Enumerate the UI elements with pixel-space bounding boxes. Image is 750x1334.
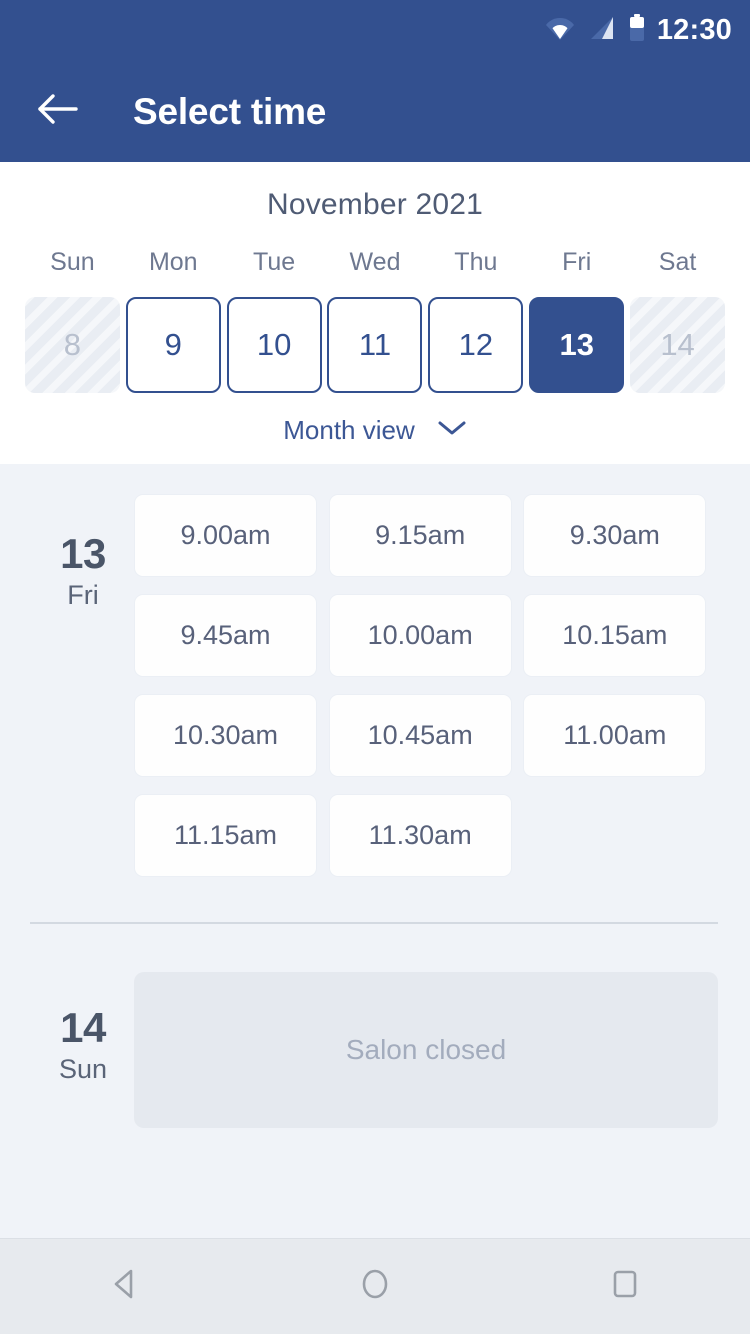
calendar-day-11[interactable]: 11 — [327, 297, 423, 393]
schedule-day-14: 14 Sun Salon closed — [0, 924, 750, 1128]
wifi-icon — [545, 15, 575, 46]
back-button[interactable] — [30, 83, 86, 139]
calendar-dow-row: Sun Mon Tue Wed Thu Fri Sat — [0, 248, 750, 297]
time-slot[interactable]: 11.30am — [328, 794, 512, 877]
dow-header-wed: Wed — [349, 248, 401, 276]
dow-header-fri: Fri — [562, 248, 592, 276]
time-slot[interactable]: 10.00am — [328, 594, 512, 677]
slot-cell: 10.30am — [134, 694, 329, 794]
time-slot[interactable]: 10.45am — [328, 694, 512, 777]
dow-header-thu: Thu — [454, 248, 498, 276]
status-bar: 12:30 — [0, 0, 750, 60]
dow-header-sun: Sun — [50, 248, 95, 276]
slot-cell: 9.45am — [134, 594, 329, 694]
android-nav-bar — [0, 1238, 750, 1334]
nav-recents-button[interactable] — [570, 1239, 680, 1334]
calendar-day-14: 14 — [630, 297, 726, 393]
app-screen: 12:30 Select time November 2021 Sun Mon … — [0, 0, 750, 1334]
slot-cell: 10.45am — [328, 694, 524, 794]
calendar-cell-wrap: 10 — [224, 297, 325, 393]
day-label-14: 14 Sun — [32, 972, 134, 1128]
time-slot[interactable]: 9.00am — [134, 494, 317, 577]
slot-cell: 10.00am — [328, 594, 524, 694]
slot-cell: 9.30am — [523, 494, 718, 594]
time-slot[interactable]: 10.15am — [523, 594, 707, 677]
signal-icon — [589, 15, 615, 46]
back-nav-icon — [106, 1265, 144, 1308]
day-number: 13 — [60, 530, 106, 577]
slot-cell: 9.15am — [328, 494, 524, 594]
back-arrow-icon — [36, 91, 80, 132]
time-slot[interactable]: 9.45am — [134, 594, 317, 677]
slot-cell: 11.15am — [134, 794, 329, 894]
calendar-day-9[interactable]: 9 — [125, 297, 221, 393]
calendar-cell-wrap: 14 — [627, 297, 728, 393]
app-bar: Select time — [0, 60, 750, 162]
time-slot[interactable]: 11.00am — [523, 694, 707, 777]
day-name: Sun — [58, 1054, 108, 1085]
day-name: Fri — [67, 580, 99, 611]
dow-header-mon: Mon — [148, 248, 198, 276]
salon-closed-panel: Salon closed — [134, 972, 718, 1128]
time-slot[interactable]: 9.30am — [523, 494, 707, 577]
calendar-day-12[interactable]: 12 — [428, 297, 524, 393]
battery-icon — [629, 13, 645, 47]
slot-cell: 11.00am — [523, 694, 718, 794]
chevron-down-icon — [437, 419, 467, 442]
calendar-day-10[interactable]: 10 — [226, 297, 322, 393]
time-slot[interactable]: 10.30am — [134, 694, 317, 777]
page-title: Select time — [133, 90, 327, 132]
calendar-month-label: November 2021 — [266, 188, 484, 221]
time-slot[interactable]: 9.15am — [328, 494, 512, 577]
nav-home-button[interactable] — [320, 1239, 430, 1334]
calendar-day-row: 8 9 10 11 12 13 14 — [0, 297, 750, 393]
recents-nav-icon — [606, 1265, 644, 1308]
time-slot-grid: 9.00am 9.15am 9.30am 9.45am 10.00am 10.1… — [134, 494, 718, 894]
day-label-13: 13 Fri — [32, 494, 134, 894]
slot-cell: 9.00am — [134, 494, 329, 594]
schedule-list[interactable]: 13 Fri 9.00am 9.15am 9.30am 9.45am 10.00… — [0, 464, 750, 1238]
day-number: 14 — [60, 1004, 106, 1051]
calendar-cell-wrap: 12 — [425, 297, 526, 393]
calendar-day-8: 8 — [24, 297, 120, 393]
dow-header-tue: Tue — [253, 248, 296, 276]
slot-cell: 11.30am — [328, 794, 524, 894]
month-view-toggle[interactable]: Month view — [0, 415, 750, 446]
month-view-label: Month view — [283, 415, 415, 445]
time-slot[interactable]: 11.15am — [134, 794, 317, 877]
slot-cell: 10.15am — [523, 594, 718, 694]
calendar-cell-wrap: 8 — [22, 297, 123, 393]
schedule-day-13: 13 Fri 9.00am 9.15am 9.30am 9.45am 10.00… — [0, 464, 750, 894]
dow-header-sat: Sat — [658, 248, 697, 276]
calendar-cell-wrap: 13 — [526, 297, 627, 393]
status-icons — [545, 13, 645, 47]
calendar-cell-wrap: 11 — [325, 297, 426, 393]
status-time: 12:30 — [656, 13, 732, 46]
calendar-cell-wrap: 9 — [123, 297, 224, 393]
home-nav-icon — [356, 1265, 394, 1308]
calendar-day-13[interactable]: 13 — [529, 297, 625, 393]
nav-back-button[interactable] — [70, 1239, 180, 1334]
calendar-strip: November 2021 Sun Mon Tue Wed Thu Fri Sa… — [0, 162, 750, 464]
